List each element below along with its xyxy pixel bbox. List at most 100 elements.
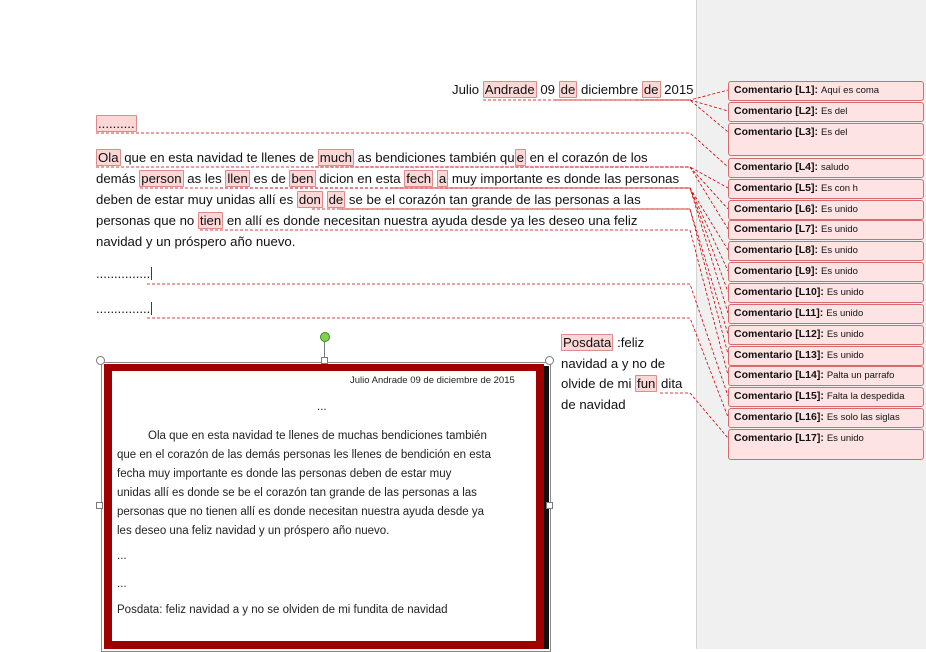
body-text: en el corazón de los (525, 150, 648, 165)
date-text: 09 (536, 82, 559, 97)
posdata-text: navidad a y no de (561, 356, 666, 371)
comment-anchor-de-1[interactable]: de (558, 81, 578, 98)
image-paragraph-line: personas que no tienen allí es donde nec… (117, 506, 484, 518)
comment-title: Comentario [L5]: (734, 182, 818, 194)
comment-anchor-a[interactable]: a (436, 170, 449, 187)
image-ellipsis: ... (117, 578, 127, 590)
comment-text: Es unido (821, 266, 858, 277)
comment-anchor-andrade[interactable]: Andrade (482, 81, 537, 98)
body-line-3[interactable]: deben de estar muy unidas allí es don de… (96, 191, 641, 209)
resize-handle-nw[interactable] (96, 356, 105, 365)
image-ellipsis: ... (317, 401, 327, 413)
comment-title: Comentario [L16]: (734, 411, 824, 423)
comment-text: Es unido (821, 245, 858, 256)
posdata-line-4[interactable]: de navidad (561, 396, 626, 414)
comment-text: Es unido (826, 350, 864, 361)
comment-anchor-llen[interactable]: llen (225, 170, 250, 187)
comment-balloon[interactable]: Comentario [L11]: Es unido (728, 304, 924, 324)
comment-title: Comentario [L12]: (734, 328, 824, 340)
comment-text: Es del (821, 106, 848, 117)
comment-anchor-posdata[interactable]: Posdata (561, 334, 614, 351)
comment-text: Falta la despedida (826, 391, 905, 402)
body-text: se be el corazón tan grande de las perso… (345, 192, 641, 207)
body-text: demás (96, 171, 140, 186)
comment-balloon[interactable]: Comentario [L13]: Es unido (728, 346, 924, 366)
date-text: 2015 (660, 82, 694, 97)
comment-anchor-tien[interactable]: tien (197, 212, 224, 229)
posdata-text: olvide de mi (561, 376, 636, 391)
posdata-text: de navidad (561, 397, 626, 412)
comment-anchor-fech[interactable]: fech (404, 170, 434, 187)
comment-balloon[interactable]: Comentario [L8]: Es unido (728, 241, 924, 261)
body-line-2[interactable]: demás person as les llen es de ben dicio… (96, 170, 679, 188)
posdata-line-2[interactable]: navidad a y no de (561, 355, 665, 373)
signature-dots-line[interactable]: ............... (96, 301, 153, 316)
comment-balloon[interactable]: Comentario [L3]: Es del (728, 123, 924, 156)
rotate-handle[interactable] (320, 332, 330, 342)
comment-balloon[interactable]: Comentario [L12]: Es unido (728, 325, 924, 345)
body-line-1[interactable]: Ola que en esta navidad te llenes de muc… (96, 149, 648, 167)
comment-anchor-ola[interactable]: Ola (96, 149, 121, 166)
image-date: Julio Andrade 09 de diciembre de 2015 (350, 375, 515, 386)
body-text: en allí es donde necesitan nuestra ayuda… (223, 213, 638, 228)
comment-balloon[interactable]: Comentario [L2]: Es del (728, 102, 924, 122)
comment-text: Es con h (821, 183, 858, 194)
image-paragraph-line: fecha muy importante es donde las person… (117, 468, 452, 480)
comment-title: Comentario [L3]: (734, 126, 818, 138)
comment-anchor-salutation[interactable]: .......... (96, 115, 137, 132)
posdata-line-3[interactable]: olvide de mi fun dita (561, 375, 682, 393)
comment-text: Es solo las siglas (826, 412, 900, 423)
dots-text: ............... (96, 301, 151, 316)
posdata-line-1[interactable]: Posdata :feliz (561, 334, 644, 352)
comment-title: Comentario [L9]: (734, 265, 818, 277)
date-line[interactable]: Julio Andrade 09 de diciembre de 2015 (452, 81, 694, 99)
document-page[interactable]: Julio Andrade 09 de diciembre de 2015 ..… (0, 0, 696, 652)
comment-anchor-person[interactable]: person (139, 170, 184, 187)
comment-text: Es unido (826, 287, 864, 298)
image-posdata: Posdata: feliz navidad a y no se olviden… (117, 604, 448, 616)
comment-balloon[interactable]: Comentario [L15]: Falta la despedida (728, 387, 924, 407)
comment-anchor-fun[interactable]: fun (635, 375, 658, 392)
comment-title: Comentario [L15]: (734, 390, 824, 402)
comment-balloon[interactable]: Comentario [L17]: Es unido (728, 429, 924, 460)
body-text: navidad y un próspero año nuevo. (96, 234, 296, 249)
comment-anchor-ben[interactable]: ben (289, 170, 316, 187)
closing-dots-line[interactable]: ............... (96, 266, 153, 281)
comment-balloon[interactable]: Comentario [L4]: saludo (728, 158, 924, 178)
body-text: deben de estar muy unidas allí es (96, 192, 297, 207)
image-paragraph-line: Ola que en esta navidad te llenes de muc… (148, 430, 487, 442)
comment-anchor-don[interactable]: don (296, 191, 323, 208)
body-text: dicion en esta (315, 171, 405, 186)
resize-handle-n[interactable] (321, 357, 328, 364)
resize-handle-e[interactable] (546, 502, 553, 509)
comment-title: Comentario [L14]: (734, 369, 824, 381)
comment-balloon[interactable]: Comentario [L10]: Es unido (728, 283, 924, 303)
comment-balloon[interactable]: Comentario [L5]: Es con h (728, 179, 924, 199)
comment-text: Es unido (821, 224, 858, 235)
comment-anchor-de-3[interactable]: de (326, 191, 346, 208)
body-line-4[interactable]: personas que no tien en allí es donde ne… (96, 212, 637, 230)
image-paragraph-line: les deseo una feliz navidad y un prósper… (117, 525, 390, 537)
comment-balloon[interactable]: Comentario [L7]: Es unido (728, 220, 924, 240)
comment-anchor-much[interactable]: much (317, 149, 355, 166)
comment-text: Es unido (826, 308, 864, 319)
resize-handle-ne[interactable] (545, 356, 554, 365)
posdata-text: :feliz (613, 335, 645, 350)
resize-handle-w[interactable] (96, 502, 103, 509)
comment-balloon[interactable]: Comentario [L14]: Palta un parrafo (728, 366, 924, 386)
date-text: diciembre (577, 82, 642, 97)
body-line-5[interactable]: navidad y un próspero año nuevo. (96, 233, 295, 251)
comment-title: Comentario [L4]: (734, 161, 818, 173)
comment-balloon[interactable]: Comentario [L6]: Es unido (728, 200, 924, 220)
comment-balloon[interactable]: Comentario [L16]: Es solo las siglas (728, 408, 924, 428)
comment-title: Comentario [L8]: (734, 244, 818, 256)
comment-balloon[interactable]: Comentario [L1]: Aquí es coma (728, 81, 924, 101)
body-text: as les (183, 171, 226, 186)
salutation-line[interactable]: .......... (96, 115, 137, 133)
comment-anchor-e[interactable]: e (514, 149, 526, 166)
comment-text: Aquí es coma (821, 85, 880, 96)
comment-title: Comentario [L6]: (734, 203, 818, 215)
comment-anchor-de-2[interactable]: de (641, 81, 661, 98)
comment-anchor-mark (151, 267, 153, 280)
comment-balloon[interactable]: Comentario [L9]: Es unido (728, 262, 924, 282)
